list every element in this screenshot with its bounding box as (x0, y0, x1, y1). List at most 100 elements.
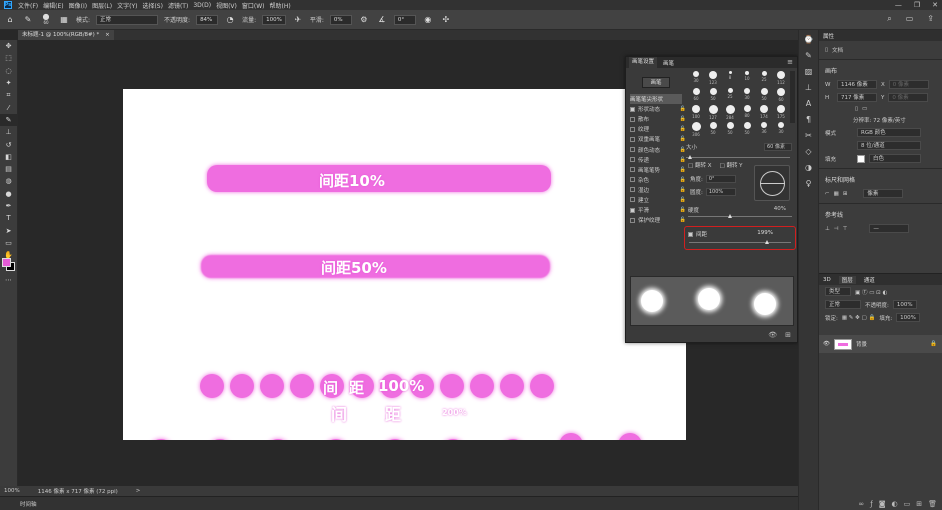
angle-field[interactable]: 0° (705, 175, 736, 183)
spacing-slider-thumb[interactable] (765, 240, 770, 244)
hardness-slider-thumb[interactable] (728, 214, 732, 218)
pressure-opacity-icon[interactable]: ◔ (224, 15, 236, 24)
paragraph-icon[interactable]: ¶ (799, 112, 818, 126)
paths-icon[interactable]: ◇ (799, 144, 818, 158)
delete-layer-icon[interactable]: 🗑 (928, 500, 937, 508)
mask-icon[interactable]: ◙ (879, 500, 886, 508)
canvas-section-title[interactable]: 画布 (819, 63, 942, 78)
menu-edit[interactable]: 编辑(E) (43, 1, 63, 10)
lock-icon[interactable]: 🔓 (680, 207, 686, 213)
menu-help[interactable]: 帮助(H) (270, 1, 291, 10)
brush-option-1[interactable]: 形状动态 🔓 (630, 104, 686, 114)
size-slider[interactable] (686, 155, 790, 159)
brush-option-checkbox[interactable] (630, 136, 635, 142)
brushes-icon[interactable]: ▨ (799, 64, 818, 78)
brush-option-checkbox[interactable] (630, 177, 635, 183)
workspace-icon[interactable]: ▭ (906, 14, 914, 24)
tab-properties[interactable]: 属性 (823, 32, 834, 40)
angle-roundness-widget[interactable] (754, 165, 790, 201)
home-icon[interactable]: ⌂ (4, 15, 16, 24)
lock-icon[interactable]: 🔓 (680, 187, 686, 193)
brush-option-checkbox[interactable] (630, 217, 635, 223)
eraser-tool-icon[interactable]: ◧ (0, 151, 17, 163)
brush-option-11[interactable]: 平滑 🔓 (630, 205, 686, 215)
smooth-input[interactable]: 0% (329, 14, 352, 25)
brush-option-10[interactable]: 建立 🔓 (630, 195, 686, 205)
brush-tool-icon-active[interactable]: ✎ (0, 113, 17, 127)
opacity-input[interactable]: 84% (196, 14, 219, 25)
y-field[interactable]: 0 像素 (888, 93, 929, 102)
spacing-slider[interactable] (689, 240, 791, 244)
gradient-tool-icon[interactable]: ▤ (0, 163, 17, 175)
panel-menu-icon[interactable]: ≡ (787, 58, 793, 66)
marquee-tool-icon[interactable]: ⬚ (0, 52, 17, 64)
brush-option-2[interactable]: 散布 🔓 (630, 114, 686, 124)
menu-filter[interactable]: 滤镜(T) (168, 1, 188, 10)
shape-tool-icon[interactable]: ▭ (0, 237, 17, 249)
close-window-button[interactable]: ✕ (932, 1, 938, 9)
lock-icons[interactable]: ▦ ✎ ✥ ▢ 🔒 (842, 315, 875, 321)
flip-x-checkbox[interactable]: □ 翻转 X (688, 161, 711, 169)
brush-option-checkbox[interactable] (630, 167, 635, 173)
flip-y-checkbox[interactable]: □ 翻转 Y (719, 161, 742, 169)
dodge-tool-icon[interactable]: ● (0, 188, 17, 200)
rulers-section-title[interactable]: 标尺和网格 (819, 172, 942, 187)
type-tool-icon[interactable]: T (0, 212, 17, 224)
brush-option-checkbox[interactable] (630, 197, 635, 203)
stamp-tool-icon[interactable]: ⊥ (0, 126, 17, 138)
quick-select-tool-icon[interactable]: ✦ (0, 77, 17, 89)
portrait-icon[interactable]: ▯ (855, 106, 858, 112)
menu-view[interactable]: 视图(V) (216, 1, 237, 10)
tab-3d[interactable]: 3D (823, 277, 831, 283)
size-slider-thumb[interactable] (688, 155, 692, 159)
flow-input[interactable]: 100% (262, 14, 286, 25)
crop-tool-icon[interactable]: ⌗ (0, 89, 17, 101)
character-icon[interactable]: A (799, 96, 818, 110)
adjustment-layer-icon[interactable]: ◐ (892, 500, 898, 508)
brush-settings-icon[interactable]: ✎ (799, 48, 818, 62)
tab-layers[interactable]: 图层 (838, 275, 856, 284)
fill-swatch[interactable] (857, 154, 865, 163)
fx-icon[interactable]: ƒ (870, 500, 872, 508)
guide-layout-icon[interactable]: ⊤ (843, 226, 848, 232)
menu-window[interactable]: 窗口(W) (242, 1, 265, 10)
lightbulb-icon[interactable]: ♀ (799, 176, 818, 190)
ruler-icon[interactable]: ⌐ (825, 191, 830, 197)
lock-icon[interactable]: 🔓 (680, 177, 686, 183)
clone-source-icon[interactable]: ⊥ (799, 80, 818, 94)
blur-tool-icon[interactable]: ◍ (0, 175, 17, 187)
toggle-preview-icon[interactable]: 👁 (768, 331, 777, 339)
grid-icon[interactable]: ▦ (834, 191, 839, 197)
bit-depth-select[interactable]: 8 位/通道 (857, 141, 921, 150)
menu-layer[interactable]: 图层(L) (92, 1, 112, 10)
group-icon[interactable]: ▭ (904, 500, 911, 508)
fill-select[interactable]: 白色 (869, 154, 921, 163)
brush-option-checkbox[interactable] (630, 116, 635, 122)
brush-option-5[interactable]: 颜色动态 🔓 (630, 144, 686, 154)
width-field[interactable]: 1146 像素 (837, 80, 877, 89)
lock-icon[interactable]: 🔓 (680, 197, 686, 203)
brush-preset-picker[interactable]: ● 60 (40, 12, 52, 26)
menu-file[interactable]: 文件(F) (18, 1, 38, 10)
brush-option-checkbox[interactable] (630, 207, 635, 213)
eyedropper-tool-icon[interactable]: ⁄ (0, 101, 17, 113)
document-tab-close-icon[interactable]: × (105, 32, 110, 38)
document-canvas[interactable]: 间距10% 间距50% 间距 100% 间距 200% (123, 89, 686, 440)
mode-select[interactable]: 正常 (96, 14, 159, 25)
menu-image[interactable]: 图像(I) (69, 1, 87, 10)
document-tab[interactable]: 未标题-1 @ 100%(RGB/8#) * × (18, 30, 114, 40)
brush-tool-icon[interactable]: ✎ (22, 15, 34, 24)
gear-icon[interactable]: ⚙ (358, 15, 370, 24)
blend-mode-select[interactable]: 正常 (825, 300, 861, 309)
spacing-checkbox[interactable]: 间距 (688, 230, 707, 238)
size-value[interactable]: 60 像素 (764, 143, 792, 151)
adjustments-icon[interactable]: ◑ (799, 160, 818, 174)
brushes-button[interactable]: 画笔 (642, 77, 670, 88)
airbrush-icon[interactable]: ✈ (292, 15, 304, 24)
history-icon[interactable]: ⌚ (799, 32, 818, 46)
brush-option-checkbox[interactable] (630, 147, 635, 153)
pressure-size-icon[interactable]: ◉ (422, 15, 434, 24)
share-icon[interactable]: ⇪ (927, 14, 934, 24)
brush-settings-toggle-icon[interactable]: ▦ (58, 15, 70, 24)
brush-option-8[interactable]: 杂色 🔓 (630, 175, 686, 185)
